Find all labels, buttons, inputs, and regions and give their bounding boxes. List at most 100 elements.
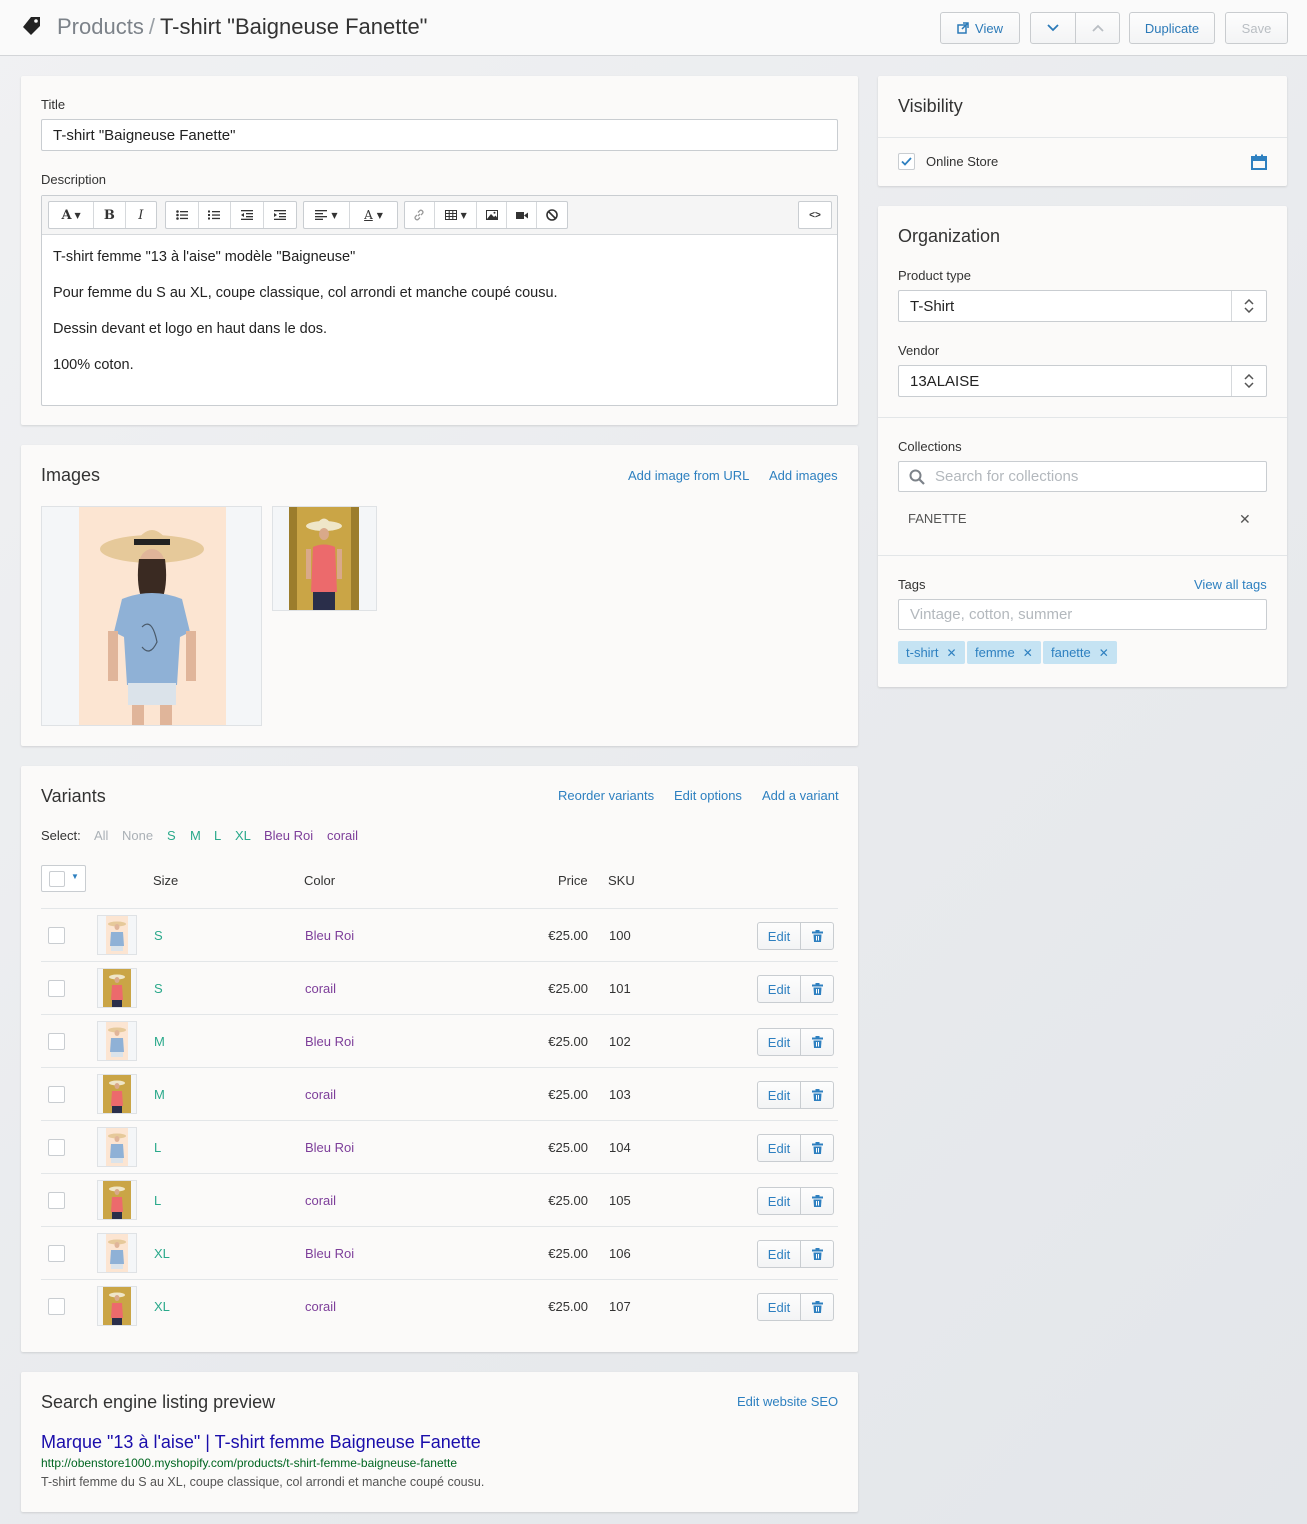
previous-product-button[interactable]: [1075, 12, 1120, 44]
remove-collection-icon[interactable]: ✕: [1239, 511, 1251, 528]
variant-checkbox[interactable]: [48, 980, 65, 997]
variant-price: €25.00: [548, 981, 588, 996]
variant-edit-button[interactable]: Edit: [757, 1134, 801, 1162]
variant-edit-button[interactable]: Edit: [757, 1028, 801, 1056]
align-icon[interactable]: ▼: [304, 202, 351, 228]
select-color-corail-link[interactable]: corail: [327, 828, 358, 843]
description-content[interactable]: T-shirt femme "13 à l'aise" modèle "Baig…: [42, 235, 837, 403]
variant-checkbox[interactable]: [48, 1298, 65, 1315]
table-icon[interactable]: ▼: [435, 202, 478, 228]
product-type-value: T-Shirt: [910, 297, 955, 315]
variant-thumbnail[interactable]: [97, 1127, 137, 1167]
variant-sku: 103: [609, 1087, 631, 1102]
trash-icon[interactable]: [800, 1240, 834, 1268]
remove-tag-icon[interactable]: ✕: [1023, 646, 1033, 660]
edit-website-seo-link[interactable]: Edit website SEO: [737, 1394, 838, 1409]
select-size-m-link[interactable]: M: [190, 828, 201, 843]
variant-price: €25.00: [548, 1246, 588, 1261]
trash-icon[interactable]: [800, 1134, 834, 1162]
trash-icon[interactable]: [800, 1187, 834, 1215]
save-button[interactable]: Save: [1225, 12, 1288, 44]
variant-checkbox[interactable]: [48, 1033, 65, 1050]
view-button[interactable]: View: [940, 12, 1020, 44]
image-icon[interactable]: [477, 202, 508, 228]
variant-edit-button[interactable]: Edit: [757, 975, 801, 1003]
duplicate-button[interactable]: Duplicate: [1129, 12, 1215, 44]
trash-icon[interactable]: [800, 1028, 834, 1056]
variant-thumbnail[interactable]: [97, 1021, 137, 1061]
collections-label: Collections: [898, 439, 962, 454]
variant-sku: 104: [609, 1140, 631, 1155]
select-color-bleu-roi-link[interactable]: Bleu Roi: [264, 828, 313, 843]
indent-icon[interactable]: [264, 202, 296, 228]
product-image-main[interactable]: [41, 506, 262, 726]
font-format-button[interactable]: A ▼: [49, 202, 95, 228]
variant-size: L: [154, 1193, 162, 1208]
variant-checkbox[interactable]: [48, 1086, 65, 1103]
variant-thumbnail[interactable]: [97, 1074, 137, 1114]
clear-formatting-icon[interactable]: [537, 202, 567, 228]
link-icon[interactable]: [405, 202, 435, 228]
breadcrumb: Products / T-shirt "Baigneuse Fanette": [57, 14, 428, 40]
product-type-label: Product type: [898, 268, 971, 283]
tags-input[interactable]: Vintage, cotton, summer: [898, 599, 1267, 630]
trash-icon[interactable]: [800, 1081, 834, 1109]
remove-tag-icon[interactable]: ✕: [947, 646, 957, 660]
select-size-l-link[interactable]: L: [214, 828, 221, 843]
trash-icon[interactable]: [800, 975, 834, 1003]
select-all-checkbox[interactable]: [49, 871, 65, 887]
variant-thumbnail[interactable]: [97, 968, 137, 1008]
select-all-link[interactable]: All: [94, 828, 108, 843]
remove-tag-icon[interactable]: ✕: [1099, 646, 1109, 660]
select-size-s-link[interactable]: S: [167, 828, 176, 843]
vendor-select[interactable]: 13ALAISE: [898, 365, 1267, 397]
variant-size: XL: [154, 1246, 170, 1261]
duplicate-button-label: Duplicate: [1144, 20, 1200, 36]
view-all-tags-link[interactable]: View all tags: [1194, 577, 1267, 592]
variants-heading: Variants: [41, 786, 106, 806]
variant-thumbnail[interactable]: [97, 915, 137, 955]
title-input[interactable]: T-shirt "Baigneuse Fanette": [41, 119, 838, 151]
online-store-checkbox[interactable]: [898, 153, 915, 170]
text-color-button[interactable]: A ▼: [350, 202, 397, 228]
variant-edit-button[interactable]: Edit: [757, 1240, 801, 1268]
variant-thumbnail[interactable]: [97, 1286, 137, 1326]
bulk-select-dropdown[interactable]: ▼: [41, 865, 86, 892]
variant-checkbox[interactable]: [48, 1192, 65, 1209]
outdent-icon[interactable]: [231, 202, 264, 228]
video-icon[interactable]: [507, 202, 538, 228]
divider: [878, 417, 1287, 418]
select-size-xl-link[interactable]: XL: [235, 828, 251, 843]
variant-edit-button[interactable]: Edit: [757, 1081, 801, 1109]
bold-button[interactable]: B: [94, 202, 126, 228]
variant-thumbnail[interactable]: [97, 1233, 137, 1273]
search-icon: [909, 469, 925, 489]
variant-checkbox[interactable]: [48, 1139, 65, 1156]
variant-edit-button[interactable]: Edit: [757, 1187, 801, 1215]
edit-options-link[interactable]: Edit options: [674, 788, 742, 803]
variant-checkbox[interactable]: [48, 927, 65, 944]
variant-checkbox[interactable]: [48, 1245, 65, 1262]
product-type-select[interactable]: T-Shirt: [898, 290, 1267, 322]
numbered-list-icon[interactable]: [199, 202, 231, 228]
add-images-link[interactable]: Add images: [769, 468, 838, 483]
variant-thumbnail[interactable]: [97, 1180, 137, 1220]
select-none-link[interactable]: None: [122, 828, 153, 843]
italic-button[interactable]: I: [126, 202, 156, 228]
breadcrumb-products-link[interactable]: Products: [57, 14, 144, 39]
calendar-icon[interactable]: [1251, 154, 1267, 173]
column-header-color: Color: [304, 873, 336, 888]
collections-search-input[interactable]: Search for collections: [898, 461, 1267, 492]
product-image-thumbnail[interactable]: [272, 506, 377, 611]
variant-edit-button[interactable]: Edit: [757, 922, 801, 950]
next-product-button[interactable]: [1030, 12, 1076, 44]
variant-edit-button[interactable]: Edit: [757, 1293, 801, 1321]
add-image-from-url-link[interactable]: Add image from URL: [628, 468, 749, 483]
collections-search-placeholder: Search for collections: [935, 468, 1079, 485]
bullet-list-icon[interactable]: [166, 202, 199, 228]
trash-icon[interactable]: [800, 1293, 834, 1321]
add-variant-link[interactable]: Add a variant: [762, 788, 839, 803]
reorder-variants-link[interactable]: Reorder variants: [558, 788, 654, 803]
trash-icon[interactable]: [800, 922, 834, 950]
html-source-button[interactable]: <>: [799, 202, 831, 228]
